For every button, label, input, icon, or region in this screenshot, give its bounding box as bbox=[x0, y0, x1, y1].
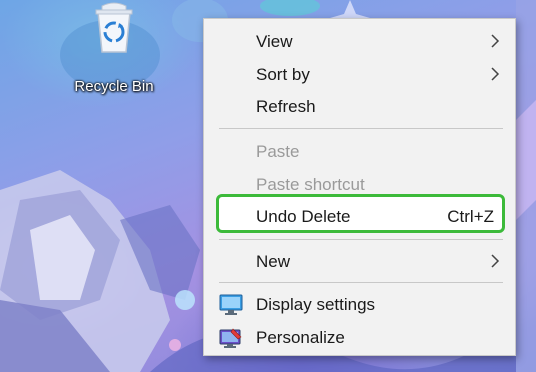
desktop-context-menu: View Sort by Refresh Paste Paste shortcu… bbox=[203, 18, 516, 356]
menu-item-sort-by[interactable]: Sort by bbox=[205, 59, 514, 91]
menu-item-label: Paste bbox=[256, 142, 300, 161]
recycle-bin-icon bbox=[95, 2, 133, 53]
menu-separator bbox=[219, 282, 503, 283]
menu-item-label: Undo Delete bbox=[256, 207, 351, 226]
personalize-icon bbox=[219, 328, 242, 348]
menu-item-label: Sort by bbox=[256, 65, 310, 84]
display-settings-icon bbox=[219, 294, 243, 315]
menu-item-label: Paste shortcut bbox=[256, 175, 365, 194]
menu-item-refresh[interactable]: Refresh bbox=[205, 91, 514, 123]
chevron-right-icon bbox=[491, 67, 500, 81]
menu-item-personalize[interactable]: Personalize bbox=[205, 322, 514, 354]
menu-item-label: New bbox=[256, 252, 291, 271]
menu-item-new[interactable]: New bbox=[205, 246, 514, 278]
menu-item-label: Personalize bbox=[256, 328, 345, 347]
menu-item-label: View bbox=[256, 32, 293, 51]
menu-item-label: Display settings bbox=[256, 295, 376, 314]
chevron-right-icon bbox=[491, 34, 500, 48]
menu-separator bbox=[219, 239, 503, 240]
menu-item-shortcut: Ctrl+Z bbox=[447, 207, 494, 226]
chevron-right-icon bbox=[491, 254, 500, 268]
menu-item-display-settings[interactable]: Display settings bbox=[205, 289, 514, 321]
menu-item-paste: Paste bbox=[205, 136, 514, 168]
menu-item-undo-delete[interactable]: Undo Delete Ctrl+Z bbox=[205, 201, 514, 233]
menu-item-label: Refresh bbox=[256, 97, 316, 116]
menu-item-view[interactable]: View bbox=[205, 26, 514, 58]
recycle-bin-label: Recycle Bin bbox=[74, 78, 154, 95]
menu-separator bbox=[219, 128, 503, 129]
recycle-bin-shortcut[interactable]: Recycle Bin bbox=[66, 0, 162, 98]
